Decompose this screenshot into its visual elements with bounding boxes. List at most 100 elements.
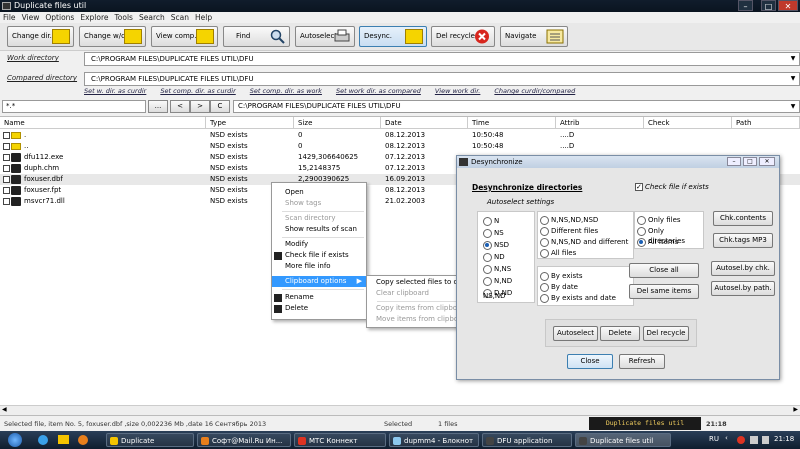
row-checkbox[interactable] bbox=[3, 154, 10, 161]
del-same-button[interactable]: Del same items bbox=[629, 284, 699, 299]
col-size[interactable]: Size bbox=[294, 117, 381, 129]
taskbar-duplicate[interactable]: Duplicate bbox=[106, 433, 194, 447]
forward-button[interactable]: > bbox=[190, 100, 210, 113]
compared-dir-label[interactable]: Compared directory bbox=[7, 74, 77, 82]
row-checkbox[interactable] bbox=[3, 143, 10, 150]
menu-help[interactable]: Help bbox=[192, 13, 215, 22]
minimize-button[interactable]: – bbox=[727, 157, 741, 166]
col-path[interactable]: Path bbox=[732, 117, 800, 129]
radio-only-files[interactable]: Only files bbox=[637, 215, 681, 225]
link-set-cdir-work[interactable]: Set comp. dir. as work bbox=[250, 87, 322, 95]
ctx-check-file[interactable]: Check file if exists bbox=[272, 250, 366, 261]
chevron-down-icon[interactable]: ▼ bbox=[788, 54, 798, 64]
menu-options[interactable]: Options bbox=[42, 13, 77, 22]
scroll-right-icon[interactable]: ▶ bbox=[793, 406, 798, 413]
link-set-cdir-curdir[interactable]: Set comp. dir. as curdir bbox=[160, 87, 235, 95]
minimize-button[interactable]: – bbox=[738, 0, 753, 11]
radio-n-ns[interactable]: N,NS bbox=[483, 264, 511, 274]
col-check[interactable]: Check bbox=[644, 117, 732, 129]
col-name[interactable]: Name bbox=[0, 117, 206, 129]
ctx-modify[interactable]: Modify bbox=[272, 239, 366, 250]
link-view-wdir[interactable]: View work dir. bbox=[435, 87, 481, 95]
radio-all-items[interactable]: All items bbox=[637, 237, 678, 247]
ctx-clipboard-options[interactable]: Clipboard options ▶ bbox=[272, 276, 366, 287]
link-change-curdir[interactable]: Change curdir/compared bbox=[494, 87, 575, 95]
autoselect-dialog-button[interactable]: Autoselect bbox=[553, 326, 598, 341]
taskbar-dfu[interactable]: DFU application bbox=[482, 433, 572, 447]
chevron-down-icon[interactable]: ▼ bbox=[788, 102, 798, 112]
radio-nsd[interactable]: NSD bbox=[483, 240, 509, 250]
delete-dialog-button[interactable]: Delete bbox=[600, 326, 640, 341]
menu-view[interactable]: View bbox=[19, 13, 43, 22]
link-set-wdir-compared[interactable]: Set work dir. as compared bbox=[336, 87, 421, 95]
radio-ns[interactable]: NS bbox=[483, 228, 504, 238]
find-button[interactable]: Find bbox=[223, 26, 290, 47]
menu-scan[interactable]: Scan bbox=[168, 13, 192, 22]
col-time[interactable]: Time bbox=[468, 117, 556, 129]
taskbar-notepad[interactable]: dupmm4 - Блокнот bbox=[389, 433, 479, 447]
filter-input[interactable]: *.* bbox=[2, 100, 146, 113]
ctx-rename[interactable]: Rename bbox=[272, 292, 366, 303]
media-icon[interactable] bbox=[78, 435, 88, 445]
language-indicator[interactable]: RU bbox=[709, 435, 719, 443]
chk-contents-button[interactable]: Chk.contents bbox=[713, 211, 773, 226]
taskbar-clock[interactable]: 21:18 bbox=[774, 435, 794, 443]
radio-by-date[interactable]: By date bbox=[540, 282, 578, 292]
col-date[interactable]: Date bbox=[381, 117, 468, 129]
compared-dir-field[interactable]: C:\PROGRAM FILES\DUPLICATE FILES UTIL\DF… bbox=[84, 72, 800, 86]
ctx-open[interactable]: Open bbox=[272, 187, 366, 198]
col-attrib[interactable]: Attrib bbox=[556, 117, 644, 129]
chk-tags-button[interactable]: Chk.tags MP3 bbox=[713, 233, 773, 248]
table-row[interactable]: . NSD exists 0 08.12.2013 10:50:48 ....D bbox=[0, 130, 800, 141]
maximize-button[interactable]: □ bbox=[743, 157, 757, 166]
work-dir-label[interactable]: Work directory bbox=[7, 54, 59, 62]
horizontal-scrollbar[interactable]: ◀ ▶ bbox=[0, 405, 800, 415]
menu-tools[interactable]: Tools bbox=[111, 13, 135, 22]
radio-all-nsd[interactable]: N,NS,ND,NSD bbox=[540, 215, 598, 225]
work-dir-field[interactable]: C:\PROGRAM FILES\DUPLICATE FILES UTIL\DF… bbox=[84, 52, 800, 66]
ctx-more-info[interactable]: More file info bbox=[272, 261, 366, 272]
change-dir-button[interactable]: Change dir. bbox=[7, 26, 74, 47]
row-checkbox[interactable] bbox=[3, 198, 10, 205]
autosel-chk-button[interactable]: Autosel.by chk. bbox=[711, 261, 775, 276]
close-all-button[interactable]: Close all bbox=[629, 263, 699, 278]
taskbar-mts[interactable]: МТС Коннект bbox=[294, 433, 386, 447]
radio-ns-nd-label[interactable]: NS,ND bbox=[483, 292, 506, 300]
radio-n-nd[interactable]: N,ND bbox=[483, 276, 512, 286]
radio-nd[interactable]: ND bbox=[483, 252, 505, 262]
close-icon[interactable]: ✕ bbox=[759, 157, 775, 166]
menu-file[interactable]: File bbox=[0, 13, 19, 22]
radio-by-exists-date[interactable]: By exists and date bbox=[540, 293, 616, 303]
row-checkbox[interactable] bbox=[3, 165, 10, 172]
ie-icon[interactable] bbox=[38, 435, 48, 445]
link-set-wdir-curdir[interactable]: Set w. dir. as curdir bbox=[84, 87, 146, 95]
start-icon[interactable] bbox=[8, 433, 22, 447]
browse-button[interactable]: ... bbox=[148, 100, 168, 113]
autoselect-button[interactable]: Autoselect bbox=[295, 26, 355, 47]
chevron-up-icon[interactable]: ‹ bbox=[725, 434, 728, 442]
taskbar-duplicate-files-util[interactable]: Duplicate files util bbox=[575, 433, 671, 447]
col-type[interactable]: Type bbox=[206, 117, 294, 129]
desync-button[interactable]: Desync. bbox=[359, 26, 427, 47]
radio-n[interactable]: N bbox=[483, 216, 499, 226]
radio-all-files[interactable]: All files bbox=[540, 248, 576, 258]
ctx-delete[interactable]: Delete bbox=[272, 303, 366, 314]
row-checkbox[interactable] bbox=[3, 132, 10, 139]
del-recycle-dialog-button[interactable]: Del recycle bbox=[643, 326, 689, 341]
menu-search[interactable]: Search bbox=[136, 13, 168, 22]
check-file-checkbox[interactable]: ✓ Check file if exists bbox=[635, 183, 709, 191]
chevron-down-icon[interactable]: ▼ bbox=[788, 74, 798, 84]
c-button[interactable]: C bbox=[210, 100, 230, 113]
checkbox-icon[interactable]: ✓ bbox=[635, 183, 643, 191]
close-dialog-button[interactable]: Close bbox=[567, 354, 613, 369]
taskbar-mailru[interactable]: Софт@Mail.Ru Ин... bbox=[197, 433, 291, 447]
folder-icon[interactable] bbox=[58, 435, 69, 444]
maximize-button[interactable]: □ bbox=[761, 0, 776, 11]
change-wc-button[interactable]: Change w/c bbox=[79, 26, 146, 47]
del-recycle-button[interactable]: Del recycle bbox=[431, 26, 495, 47]
view-comp-button[interactable]: View comp. bbox=[151, 26, 218, 47]
path-field[interactable]: C:\PROGRAM FILES\DUPLICATE FILES UTIL\DF… bbox=[233, 100, 800, 113]
network-icon[interactable] bbox=[750, 436, 758, 444]
table-row[interactable]: .. NSD exists 0 08.12.2013 10:50:48 ....D bbox=[0, 141, 800, 152]
row-checkbox[interactable] bbox=[3, 187, 10, 194]
